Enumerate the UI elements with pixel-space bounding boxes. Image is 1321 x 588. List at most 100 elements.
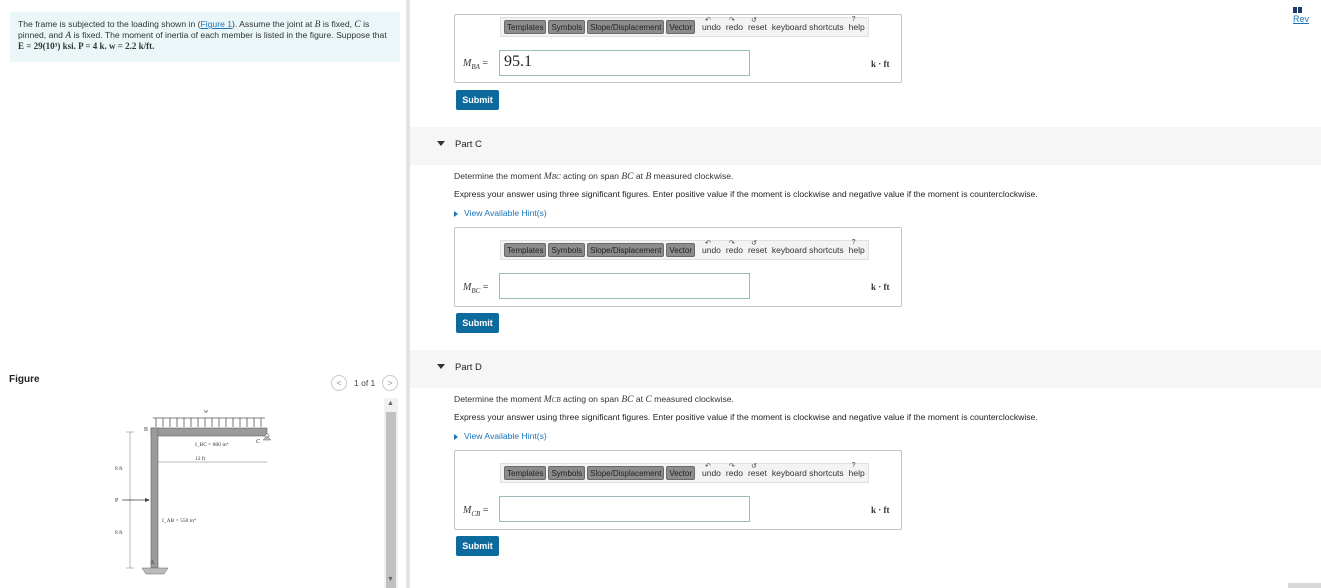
hint-label: View Available Hint(s) (464, 208, 547, 218)
chevron-left-icon: < (336, 378, 342, 388)
templates-button[interactable]: Templates (504, 243, 547, 257)
problem-statement: The frame is subjected to the loading sh… (10, 12, 400, 62)
redo-button[interactable]: ↷ redo (726, 240, 743, 255)
caret-right-icon (454, 433, 458, 440)
reset-icon: ↺ (750, 240, 757, 247)
page-scroll-thumb[interactable] (1288, 583, 1321, 588)
slope-displacement-button[interactable]: Slope/Displacement (587, 243, 665, 257)
redo-button[interactable]: ↷ redo (726, 463, 743, 478)
keyboard-shortcuts-button[interactable]: keyboard shortcuts (772, 245, 844, 255)
help-label: help (848, 22, 865, 32)
scroll-down-icon[interactable]: ▼ (387, 576, 394, 583)
reset-button[interactable]: ↺ reset (748, 240, 767, 255)
reset-button[interactable]: ↺ reset (748, 463, 767, 478)
vector-button[interactable]: Vector (666, 466, 695, 480)
review-link[interactable]: Rev (1293, 4, 1321, 24)
submit-button-part-d[interactable]: Submit (456, 536, 499, 556)
problem-text: is (360, 19, 370, 29)
shortcuts-label: keyboard shortcuts (771, 245, 844, 255)
part-d-header[interactable]: Part D (410, 350, 1321, 388)
answer-label-mba: MBA = (463, 58, 488, 71)
label-h2: 8 ft (115, 529, 123, 536)
prompt-sub: CB (551, 396, 561, 404)
next-figure-button[interactable]: > (382, 375, 398, 391)
vector-button[interactable]: Vector (666, 243, 695, 257)
label-sub: CB (471, 510, 481, 518)
undo-icon: ↶ (705, 17, 711, 24)
answer-box-part-c: Templates Symbols Slope/Displacement Vec… (454, 227, 902, 307)
label-h1: 8 ft (115, 465, 123, 472)
undo-button[interactable]: ↶ undo (702, 463, 721, 478)
answer-input-mbc[interactable] (499, 273, 750, 299)
left-pane: The frame is subjected to the loading sh… (0, 0, 406, 588)
figure-header: Figure < 1 of 1 > (9, 374, 399, 392)
shortcuts-label: keyboard shortcuts (771, 468, 844, 478)
symbols-button[interactable]: Symbols (548, 20, 586, 34)
undo-button[interactable]: ↶ undo (702, 240, 721, 255)
answer-input-mcb[interactable] (499, 496, 750, 522)
caret-down-icon (437, 141, 445, 146)
figure-scrollbar[interactable]: ▲ ▼ (384, 398, 398, 588)
redo-icon: ↷ (728, 17, 735, 24)
keyboard-shortcuts-button[interactable]: keyboard shortcuts (772, 22, 844, 32)
prompt-text: at (633, 394, 646, 404)
prompt-sub: BC (551, 173, 561, 181)
prompt-text: at (633, 171, 646, 181)
equals: = (482, 58, 489, 69)
equals: = (482, 505, 489, 516)
part-c-instruction: Express your answer using three signific… (454, 189, 1038, 199)
symbols-button[interactable]: Symbols (548, 243, 586, 257)
review-link-label: Rev (1293, 14, 1310, 24)
hint-label: View Available Hint(s) (464, 431, 547, 441)
unit-label: k · ft (871, 59, 890, 69)
prompt-var: M (543, 172, 552, 182)
templates-button[interactable]: Templates (504, 466, 547, 480)
part-c-hint-link[interactable]: View Available Hint(s) (454, 208, 547, 218)
submit-button-part-c[interactable]: Submit (456, 313, 499, 333)
slope-displacement-button[interactable]: Slope/Displacement (587, 466, 665, 480)
label-p: P (115, 498, 119, 504)
scroll-thumb[interactable] (386, 412, 396, 588)
redo-button[interactable]: ↷ redo (726, 17, 743, 32)
symbols-button[interactable]: Symbols (548, 466, 586, 480)
answer-input-mba[interactable]: 95.1 (499, 50, 750, 76)
scroll-up-icon[interactable]: ▲ (387, 400, 394, 407)
help-button[interactable]: ? help (849, 462, 865, 478)
prompt-text: Determine the moment (454, 394, 544, 404)
chevron-right-icon: > (387, 378, 393, 388)
help-button[interactable]: ? help (848, 239, 865, 255)
part-c-prompt: Determine the moment MBC acting on span … (454, 171, 733, 182)
label-sub: BC (471, 287, 481, 295)
templates-button[interactable]: Templates (504, 20, 547, 34)
prompt-var: M (543, 395, 552, 405)
unit-label: k · ft (871, 505, 890, 515)
reset-icon: ↺ (750, 463, 757, 470)
prompt-text: Determine the moment (454, 171, 544, 181)
pane-divider[interactable] (406, 0, 410, 588)
reset-icon: ↺ (750, 17, 757, 24)
submit-button-part-b[interactable]: Submit (456, 90, 499, 110)
problem-text: ). Assume the joint at (232, 19, 315, 29)
figure-link[interactable]: Figure 1 (200, 19, 232, 29)
pin-support (262, 435, 272, 441)
part-c-header[interactable]: Part C (410, 127, 1321, 165)
caret-down-icon (437, 364, 445, 369)
undo-button[interactable]: ↶ undo (702, 17, 721, 32)
help-label: help (848, 245, 865, 255)
part-d-prompt: Determine the moment MCB acting on span … (454, 394, 734, 405)
part-d-hint-link[interactable]: View Available Hint(s) (454, 431, 547, 441)
vector-button[interactable]: Vector (666, 20, 695, 34)
label-ibc: I_BC = 800 in⁴ (195, 442, 229, 448)
label-c: C (256, 439, 261, 445)
reset-button[interactable]: ↺ reset (748, 17, 767, 32)
prompt-text: measured clockwise. (651, 171, 734, 181)
answer-label-mcb: MCB = (463, 505, 488, 518)
keyboard-shortcuts-button[interactable]: keyboard shortcuts (772, 468, 844, 478)
slope-displacement-button[interactable]: Slope/Displacement (587, 20, 665, 34)
problem-values: E = 29(10³) ksi. P = 4 k. w = 2.2 k/ft. (18, 41, 155, 52)
help-icon: ? (851, 462, 856, 469)
help-button[interactable]: ? help (848, 16, 865, 32)
figure-image: w B C I_BC = 800 in⁴ 12 ft 8 ft 8 ft I_A… (110, 400, 380, 588)
part-d-instruction: Express your answer using three signific… (454, 412, 1038, 422)
prev-figure-button[interactable]: < (331, 375, 347, 391)
